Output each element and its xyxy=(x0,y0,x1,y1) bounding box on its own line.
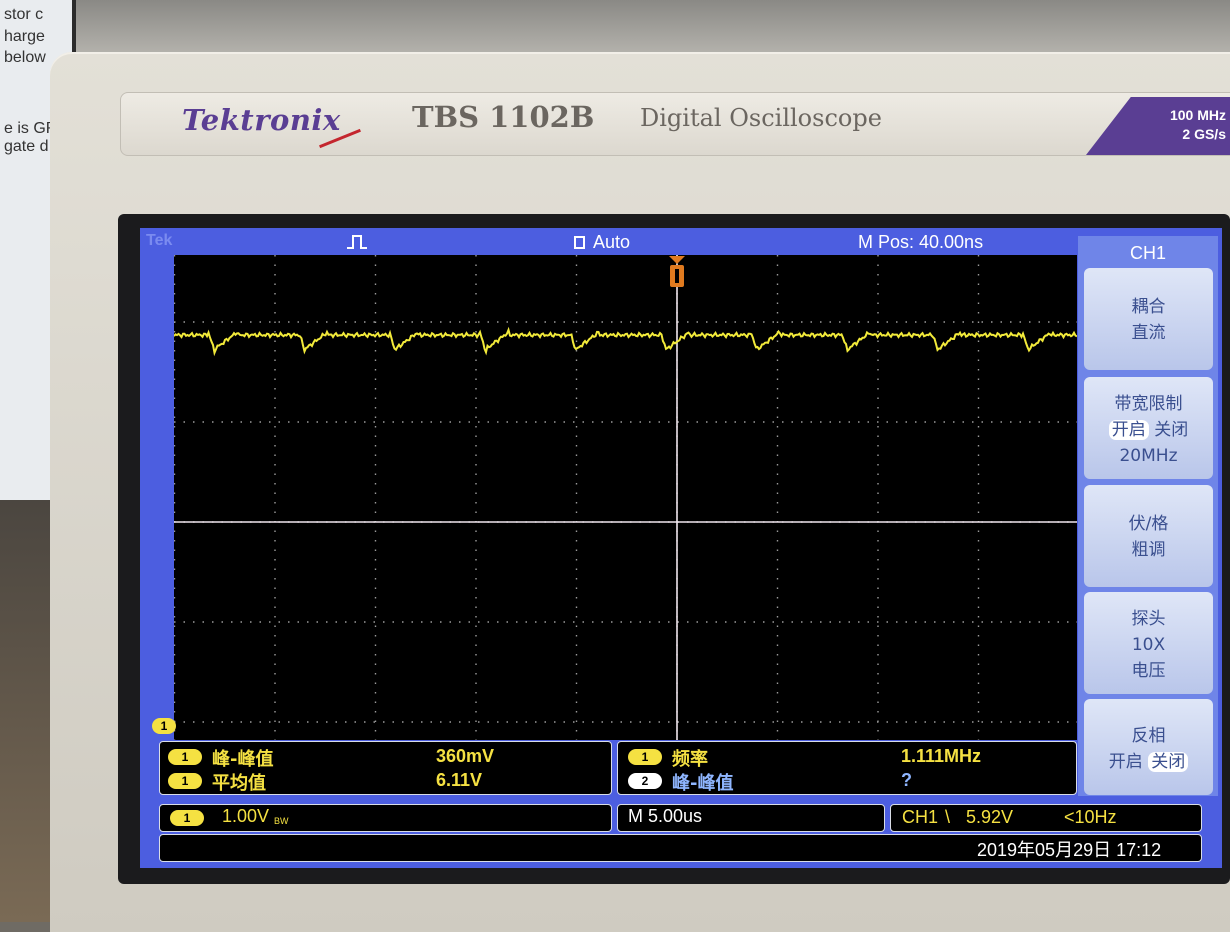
run-mode: Auto xyxy=(593,232,631,252)
bg-monitor-text: gate d xyxy=(4,138,49,155)
coupling-label: 耦合 xyxy=(1131,297,1166,317)
bandwidth-limit-label: 带宽限制 xyxy=(1114,394,1183,414)
probe-label: 探头 xyxy=(1131,609,1166,629)
measurement-label: 平均值 xyxy=(212,773,266,794)
trigger-slope-icon: \ xyxy=(945,807,951,827)
invert-off: 关闭 xyxy=(1148,752,1189,772)
tek-logo: Tek xyxy=(146,232,173,249)
spec-bandwidth: 100 MHz xyxy=(1169,107,1226,123)
probe-button[interactable]: 探头 10X 电压 xyxy=(1084,592,1213,694)
measurement-value: ? xyxy=(901,770,912,790)
volts-div-label: 伏/格 xyxy=(1128,514,1169,534)
ch1-scale[interactable]: 1.00V xyxy=(222,806,269,827)
bandwidth-limit-value: 20MHz xyxy=(1119,446,1178,466)
acquisition-icon xyxy=(574,236,585,249)
brand-logo: Tektronix xyxy=(182,103,341,137)
model-name: TBS 1102B xyxy=(412,100,595,134)
background-wall xyxy=(76,0,1230,60)
measurement-channel-badge: 1 xyxy=(628,749,662,765)
measurement-channel-badge: 2 xyxy=(628,773,662,789)
measurement-channel-badge: 1 xyxy=(168,749,202,765)
probe-type: 电压 xyxy=(1131,661,1166,681)
horizontal-position: M Pos: 40.00ns xyxy=(858,232,984,252)
coupling-value: 直流 xyxy=(1131,323,1166,343)
model-description: Digital Oscilloscope xyxy=(640,104,882,132)
measurement-value: 360mV xyxy=(436,746,495,766)
bg-monitor-text: stor c xyxy=(4,6,44,23)
volts-div-button[interactable]: 伏/格 粗调 xyxy=(1084,485,1213,587)
measurement-value: 6.11V xyxy=(436,770,483,790)
invert-label: 反相 xyxy=(1131,726,1166,746)
trigger-position-marker-icon xyxy=(667,256,687,288)
trigger-frequency: <10Hz xyxy=(1064,807,1117,827)
spec-sample-rate: 2 GS/s xyxy=(1182,126,1226,142)
trigger-level[interactable]: 5.92V xyxy=(966,807,1013,828)
invert-button[interactable]: 反相 开启 关闭 xyxy=(1084,699,1213,795)
measurement-label: 频率 xyxy=(672,749,708,770)
invert-on: 开启 xyxy=(1108,752,1143,772)
bandwidth-limit-on: 开启 xyxy=(1108,420,1149,440)
trigger-type-icon xyxy=(345,233,369,251)
timebase[interactable]: M 5.00us xyxy=(628,806,702,827)
ch1-scale-badge: 1 xyxy=(170,810,204,826)
volts-div-value: 粗调 xyxy=(1131,540,1166,560)
bg-monitor-text: below xyxy=(4,49,46,66)
graticule-grid xyxy=(173,255,1078,740)
ch1-waveform-trace xyxy=(173,326,1078,357)
waveform-graticule xyxy=(173,255,1078,740)
measurement-value: 1.111MHz xyxy=(901,746,982,766)
probe-attenuation: 10X xyxy=(1131,635,1166,655)
coupling-button[interactable]: 耦合 直流 xyxy=(1084,268,1213,370)
bg-monitor-text: harge xyxy=(4,28,45,45)
measurement-label: 峰-峰值 xyxy=(212,749,274,770)
measurement-channel-badge: 1 xyxy=(168,773,202,789)
measurement-label: 峰-峰值 xyxy=(672,773,734,794)
bandwidth-limit-button[interactable]: 带宽限制 开启 关闭 20MHz xyxy=(1084,377,1213,479)
bandwidth-limit-off: 关闭 xyxy=(1154,420,1189,440)
menu-title: CH1 xyxy=(1129,243,1166,263)
datetime: 2019年05月29日 17:12 xyxy=(977,840,1162,860)
ch1-ground-marker[interactable]: 1 xyxy=(152,718,176,734)
trigger-channel: CH1 xyxy=(902,807,939,827)
ch1-bw-indicator: BW xyxy=(274,816,289,826)
